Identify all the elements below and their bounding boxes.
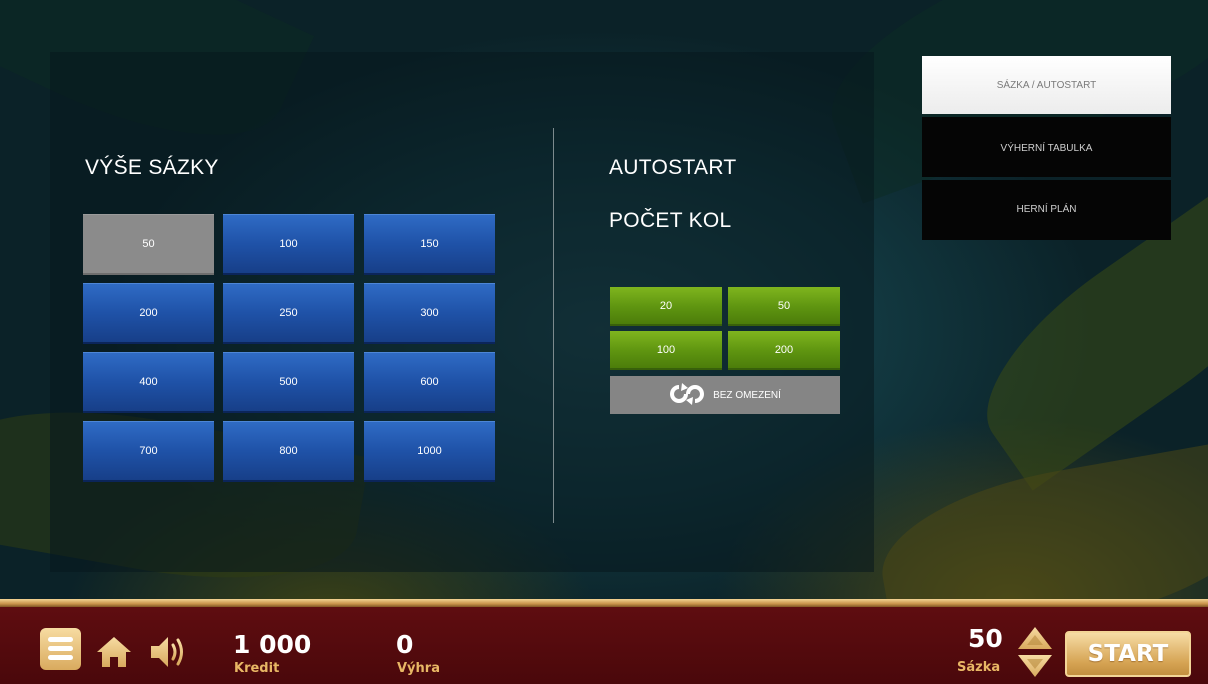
home-button[interactable] bbox=[96, 636, 132, 668]
bottom-bar-trim bbox=[0, 599, 1208, 607]
unlimited-label: BEZ OMEZENÍ bbox=[713, 389, 781, 401]
bet-option-50[interactable]: 50 bbox=[83, 214, 214, 275]
menu-icon bbox=[48, 646, 73, 651]
credit-value: 1 000 bbox=[233, 630, 312, 659]
menu-button[interactable] bbox=[40, 628, 81, 670]
win-label: Výhra bbox=[397, 661, 440, 676]
rounds-option-50[interactable]: 50 bbox=[728, 287, 840, 326]
start-button[interactable]: START bbox=[1065, 631, 1191, 677]
bet-option-150[interactable]: 150 bbox=[364, 214, 495, 275]
bet-option-600[interactable]: 600 bbox=[364, 352, 495, 413]
rounds-option-200[interactable]: 200 bbox=[728, 331, 840, 370]
bet-option-700[interactable]: 700 bbox=[83, 421, 214, 482]
home-icon bbox=[97, 637, 131, 667]
bet-down-icon[interactable] bbox=[1018, 655, 1052, 677]
win-value: 0 bbox=[396, 630, 414, 659]
bet-option-100[interactable]: 100 bbox=[223, 214, 354, 275]
bet-option-250[interactable]: 250 bbox=[223, 283, 354, 344]
unlimited-rounds-button[interactable]: BEZ OMEZENÍ bbox=[610, 376, 840, 414]
sound-icon bbox=[151, 637, 183, 667]
rounds-option-100[interactable]: 100 bbox=[610, 331, 722, 370]
tab-bet-autostart[interactable]: SÁZKA / AUTOSTART bbox=[922, 56, 1171, 114]
sound-button[interactable] bbox=[148, 632, 188, 672]
rounds-count-heading: POČET KOL bbox=[609, 209, 732, 232]
autostart-heading: AUTOSTART bbox=[609, 156, 737, 179]
section-divider bbox=[553, 128, 554, 523]
bet-option-200[interactable]: 200 bbox=[83, 283, 214, 344]
bet-option-1000[interactable]: 1000 bbox=[364, 421, 495, 482]
bet-amount-heading: VÝŠE SÁZKY bbox=[85, 156, 219, 179]
bet-adjust-control bbox=[1016, 626, 1054, 678]
tab-game-rules[interactable]: HERNÍ PLÁN bbox=[922, 180, 1171, 240]
bet-value: 50 bbox=[968, 624, 1003, 653]
bet-option-800[interactable]: 800 bbox=[223, 421, 354, 482]
bet-option-300[interactable]: 300 bbox=[364, 283, 495, 344]
bet-option-500[interactable]: 500 bbox=[223, 352, 354, 413]
menu-icon bbox=[48, 655, 73, 660]
credit-label: Kredit bbox=[234, 661, 280, 676]
tab-paytable[interactable]: VÝHERNÍ TABULKA bbox=[922, 117, 1171, 177]
loop-icon bbox=[669, 382, 705, 408]
rounds-option-20[interactable]: 20 bbox=[610, 287, 722, 326]
menu-icon bbox=[48, 637, 73, 642]
bet-option-400[interactable]: 400 bbox=[83, 352, 214, 413]
bet-label: Sázka bbox=[957, 660, 1001, 675]
bet-up-icon[interactable] bbox=[1018, 627, 1052, 649]
